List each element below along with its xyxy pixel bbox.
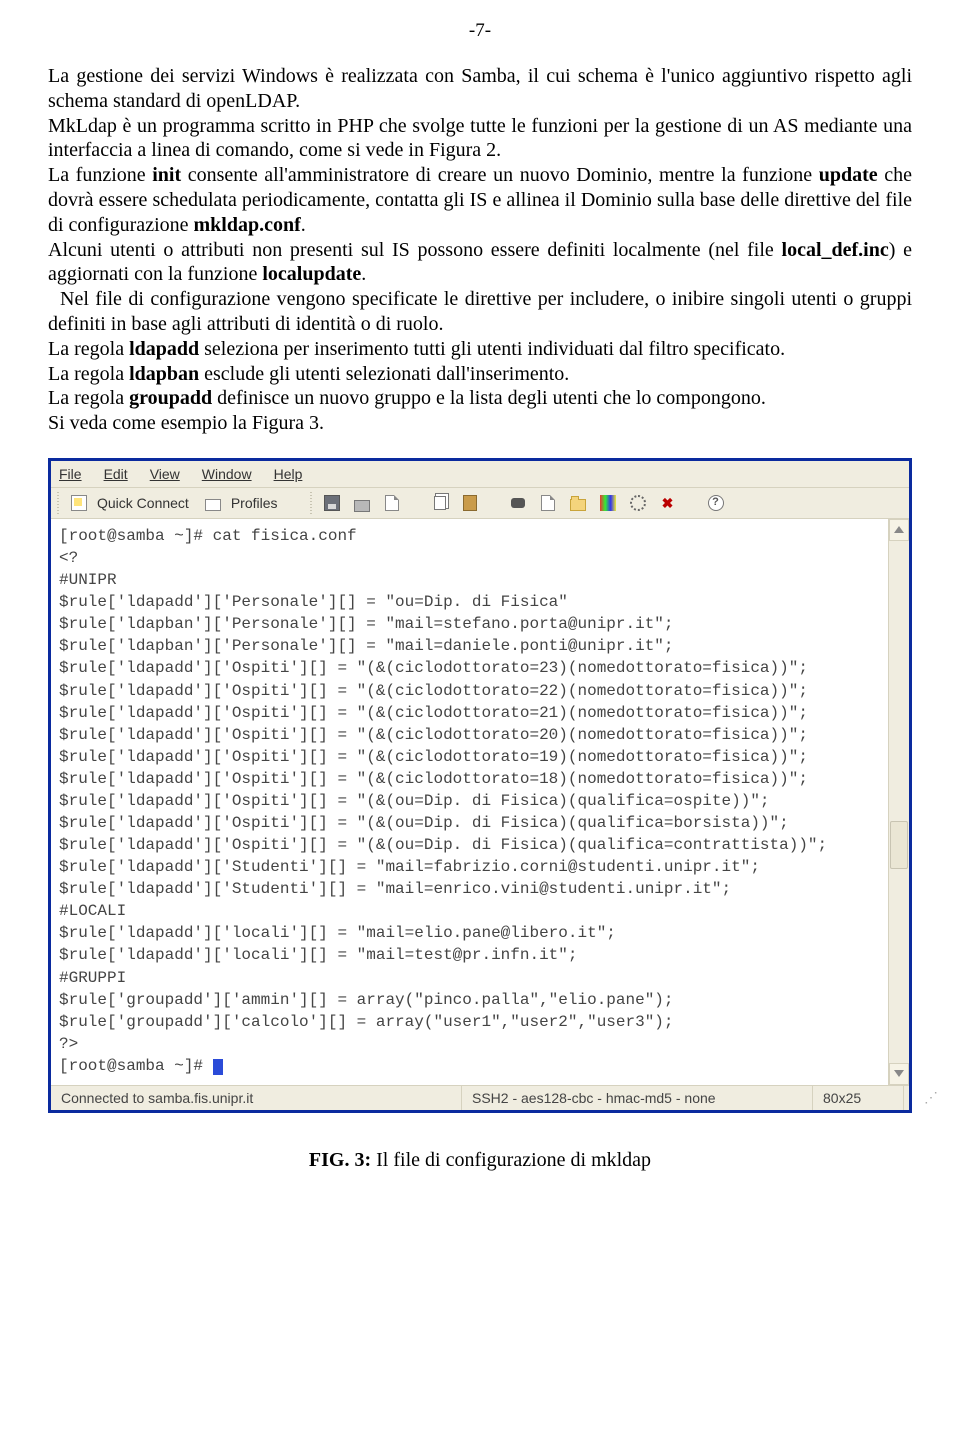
print-icon	[354, 500, 370, 512]
scroll-down-button[interactable]	[889, 1063, 909, 1085]
term-update: update	[819, 164, 878, 186]
text: La funzione	[48, 164, 152, 186]
term-groupadd: groupadd	[129, 387, 212, 409]
term-ldapban: ldapban	[129, 363, 199, 385]
text: .	[301, 214, 306, 236]
copy-button[interactable]	[428, 491, 452, 515]
quick-connect-button[interactable]	[67, 491, 91, 515]
paragraph-8: Si veda come esempio la Figura 3.	[48, 411, 912, 436]
text: Alcuni utenti o attributi non presenti s…	[48, 239, 782, 261]
menu-help[interactable]: Help	[274, 466, 303, 482]
menu-help-label: Help	[274, 466, 303, 482]
figure-caption: FIG. 3: Il file di configurazione di mkl…	[48, 1149, 912, 1172]
profiles-button[interactable]	[201, 491, 225, 515]
profiles-icon	[205, 499, 221, 511]
status-host: Connected to samba.fis.unipr.it	[51, 1086, 462, 1110]
print-button[interactable]	[350, 491, 374, 515]
status-size: 80x25	[813, 1086, 904, 1110]
terminal-icon	[541, 495, 555, 511]
copy-icon	[434, 496, 446, 510]
menu-edit[interactable]: Edit	[104, 466, 128, 482]
scroll-up-button[interactable]	[889, 519, 909, 541]
chevron-up-icon	[894, 526, 904, 533]
mail-button[interactable]	[380, 491, 404, 515]
term-init: init	[152, 164, 181, 186]
menu-edit-label: Edit	[104, 466, 128, 482]
term-localupdate: localupdate	[262, 263, 361, 285]
binoculars-icon	[511, 498, 525, 508]
menu-file[interactable]: File	[59, 466, 82, 482]
save-button[interactable]	[320, 491, 344, 515]
text: La regola	[48, 338, 129, 360]
disconnect-icon: ✖	[662, 496, 674, 510]
find-button[interactable]	[506, 491, 530, 515]
text: consente all'amministratore di creare un…	[181, 164, 819, 186]
text: esclude gli utenti selezionati dall'inse…	[199, 363, 569, 385]
chevron-down-icon	[894, 1070, 904, 1077]
quick-connect-icon	[71, 495, 87, 511]
colors-icon	[600, 495, 616, 511]
text: La regola	[48, 363, 129, 385]
paragraph-6: La regola ldapban esclude gli utenti sel…	[48, 362, 912, 387]
text: .	[361, 263, 366, 285]
ssh-window: File Edit View Window Help Quick Connect…	[48, 458, 912, 1113]
menu-view-label: View	[150, 466, 180, 482]
toolbar-grip-icon	[57, 492, 59, 514]
disconnect-button[interactable]: ✖	[656, 491, 680, 515]
paragraph-4: Nel file di configurazione vengono speci…	[48, 287, 912, 337]
scrollbar-track[interactable]	[889, 541, 909, 1063]
menu-window[interactable]: Window	[202, 466, 252, 482]
quick-connect-label[interactable]: Quick Connect	[97, 495, 189, 511]
file-transfer-button[interactable]	[566, 491, 590, 515]
status-cipher: SSH2 - aes128-cbc - hmac-md5 - none	[462, 1086, 813, 1110]
paste-button[interactable]	[458, 491, 482, 515]
term-mkldapconf: mkldap.conf	[194, 214, 301, 236]
settings-button[interactable]	[626, 491, 650, 515]
toolbar: Quick Connect Profiles ✖	[51, 488, 909, 519]
profiles-label[interactable]: Profiles	[231, 495, 278, 511]
toolbar-separator-icon	[310, 492, 312, 514]
caption-text: Il file di configurazione di mkldap	[371, 1149, 651, 1171]
paragraph-5: La regola ldapadd seleziona per inserime…	[48, 337, 912, 362]
colors-button[interactable]	[596, 491, 620, 515]
help-button[interactable]	[704, 491, 728, 515]
terminal-output[interactable]: [root@samba ~]# cat fisica.conf <? #UNIP…	[51, 519, 888, 1085]
term-ldapadd: ldapadd	[129, 338, 199, 360]
save-icon	[324, 495, 340, 511]
paragraph-3: Alcuni utenti o attributi non presenti s…	[48, 238, 912, 288]
menu-file-label: File	[59, 466, 82, 482]
menu-window-label: Window	[202, 466, 252, 482]
text: seleziona per inserimento tutti gli uten…	[199, 338, 785, 360]
paste-icon	[463, 495, 477, 511]
folder-icon	[570, 499, 586, 511]
paragraph-1b: MkLdap è un programma scritto in PHP che…	[48, 114, 912, 164]
gear-icon	[630, 495, 646, 511]
menubar: File Edit View Window Help	[51, 461, 909, 488]
paragraph-2: La funzione init consente all'amministra…	[48, 163, 912, 237]
resize-grip-icon[interactable]: ⋰	[924, 1089, 942, 1106]
text: La regola	[48, 387, 129, 409]
help-icon	[708, 495, 724, 511]
caption-label: FIG. 3:	[309, 1149, 371, 1171]
mail-icon	[385, 495, 399, 511]
scrollbar-thumb[interactable]	[890, 821, 908, 869]
paragraph-1a: La gestione dei servizi Windows è realiz…	[48, 64, 912, 114]
vertical-scrollbar[interactable]	[888, 519, 909, 1085]
new-terminal-button[interactable]	[536, 491, 560, 515]
cursor-icon	[213, 1059, 223, 1075]
menu-view[interactable]: View	[150, 466, 180, 482]
page-number: -7-	[48, 20, 912, 42]
body-text: La gestione dei servizi Windows è realiz…	[48, 64, 912, 436]
statusbar: Connected to samba.fis.unipr.it SSH2 - a…	[51, 1085, 909, 1110]
text: definisce un nuovo gruppo e la lista deg…	[212, 387, 766, 409]
term-localdef: local_def.inc	[782, 239, 889, 261]
paragraph-7: La regola groupadd definisce un nuovo gr…	[48, 386, 912, 411]
